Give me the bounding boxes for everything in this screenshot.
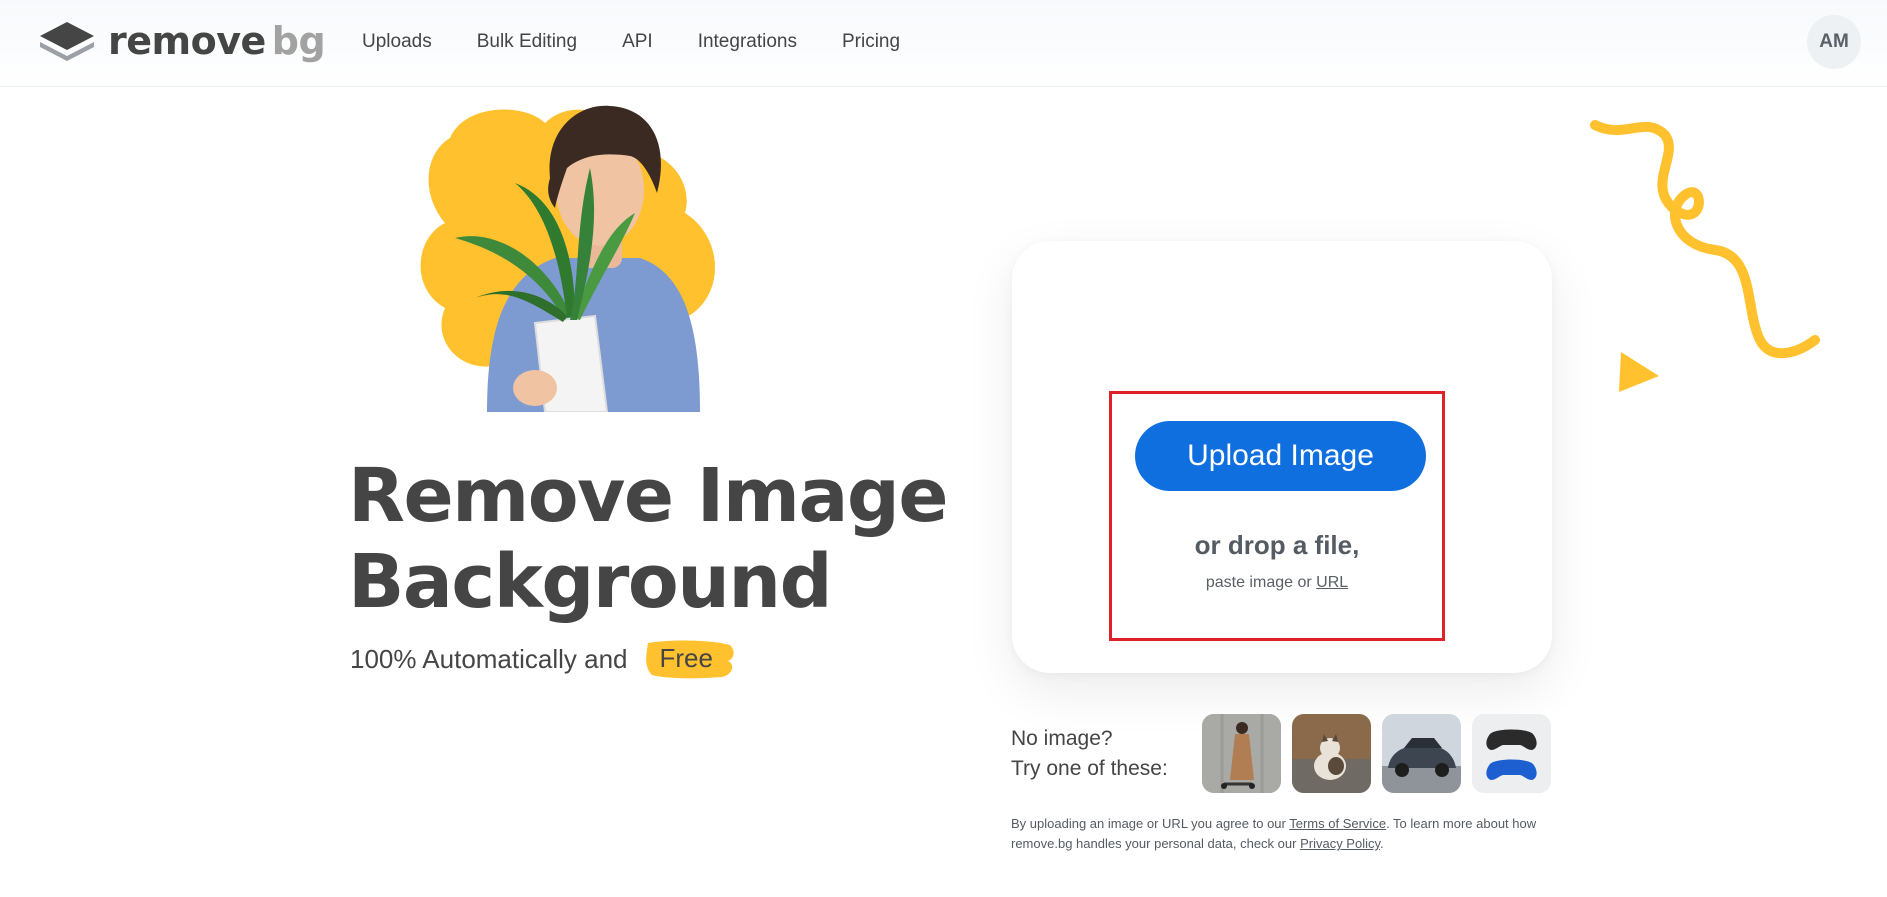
sample-prompt-line-2: Try one of these: <box>1011 757 1168 780</box>
headline-line-1: Remove Image <box>348 453 949 539</box>
user-avatar[interactable]: AM <box>1807 15 1861 69</box>
nav-bulk-editing[interactable]: Bulk Editing <box>477 28 577 56</box>
privacy-policy-link[interactable]: Privacy Policy <box>1300 836 1380 851</box>
nav-pricing[interactable]: Pricing <box>842 28 900 56</box>
headline-line-2: Background <box>348 539 833 625</box>
nav-api[interactable]: API <box>622 28 653 56</box>
logo-wordmark: remove bg <box>108 19 326 63</box>
legal-notice: By uploading an image or URL you agree t… <box>1011 814 1571 854</box>
sample-cat[interactable] <box>1292 714 1371 793</box>
legal-text-1: By uploading an image or URL you agree t… <box>1011 816 1286 831</box>
terms-of-service-link[interactable]: Terms of Service <box>1289 816 1386 831</box>
logo-text-remove: remove <box>108 19 266 63</box>
legal-text-3: . <box>1380 836 1384 851</box>
page-headline: Remove Image Background <box>348 453 968 625</box>
free-badge-text: Free <box>659 643 713 673</box>
sample-prompt-line-1: No image? <box>1011 727 1113 750</box>
free-badge: Free <box>642 640 734 679</box>
main-nav: Uploads Bulk Editing API Integrations Pr… <box>362 28 945 56</box>
yellow-triangle-decoration-icon <box>1619 352 1659 392</box>
sample-game-controllers[interactable] <box>1472 714 1551 793</box>
sample-woman-scooter[interactable] <box>1202 714 1281 793</box>
upload-image-button[interactable]: Upload Image <box>1135 421 1426 491</box>
sample-car[interactable] <box>1382 714 1461 793</box>
woman-scooter-thumbnail <box>1202 714 1281 793</box>
url-link[interactable]: URL <box>1316 574 1348 591</box>
game-controllers-thumbnail <box>1472 714 1551 793</box>
drop-file-text: or drop a file, <box>1194 530 1360 560</box>
cat-thumbnail <box>1292 714 1371 793</box>
paste-prefix: paste image or <box>1205 574 1312 591</box>
sample-images <box>1202 714 1562 793</box>
logo-text-bg: bg <box>271 19 326 63</box>
paste-image-text: paste image or URL <box>1109 574 1445 592</box>
nav-integrations[interactable]: Integrations <box>698 28 797 56</box>
subtitle-text: 100% Automatically and <box>350 644 628 674</box>
car-thumbnail <box>1382 714 1461 793</box>
yellow-squiggle-decoration-icon <box>1590 120 1820 359</box>
hero-man-with-plant-image <box>420 105 715 412</box>
layers-logo-icon <box>40 22 94 61</box>
hero-subtitle: 100% Automatically and Free <box>350 640 734 679</box>
nav-uploads[interactable]: Uploads <box>362 28 432 56</box>
sample-prompt: No image? Try one of these: <box>1011 724 1168 784</box>
removebg-logo[interactable]: remove bg <box>38 19 326 63</box>
top-header: remove bg Uploads Bulk Editing API Integr… <box>0 0 1887 87</box>
